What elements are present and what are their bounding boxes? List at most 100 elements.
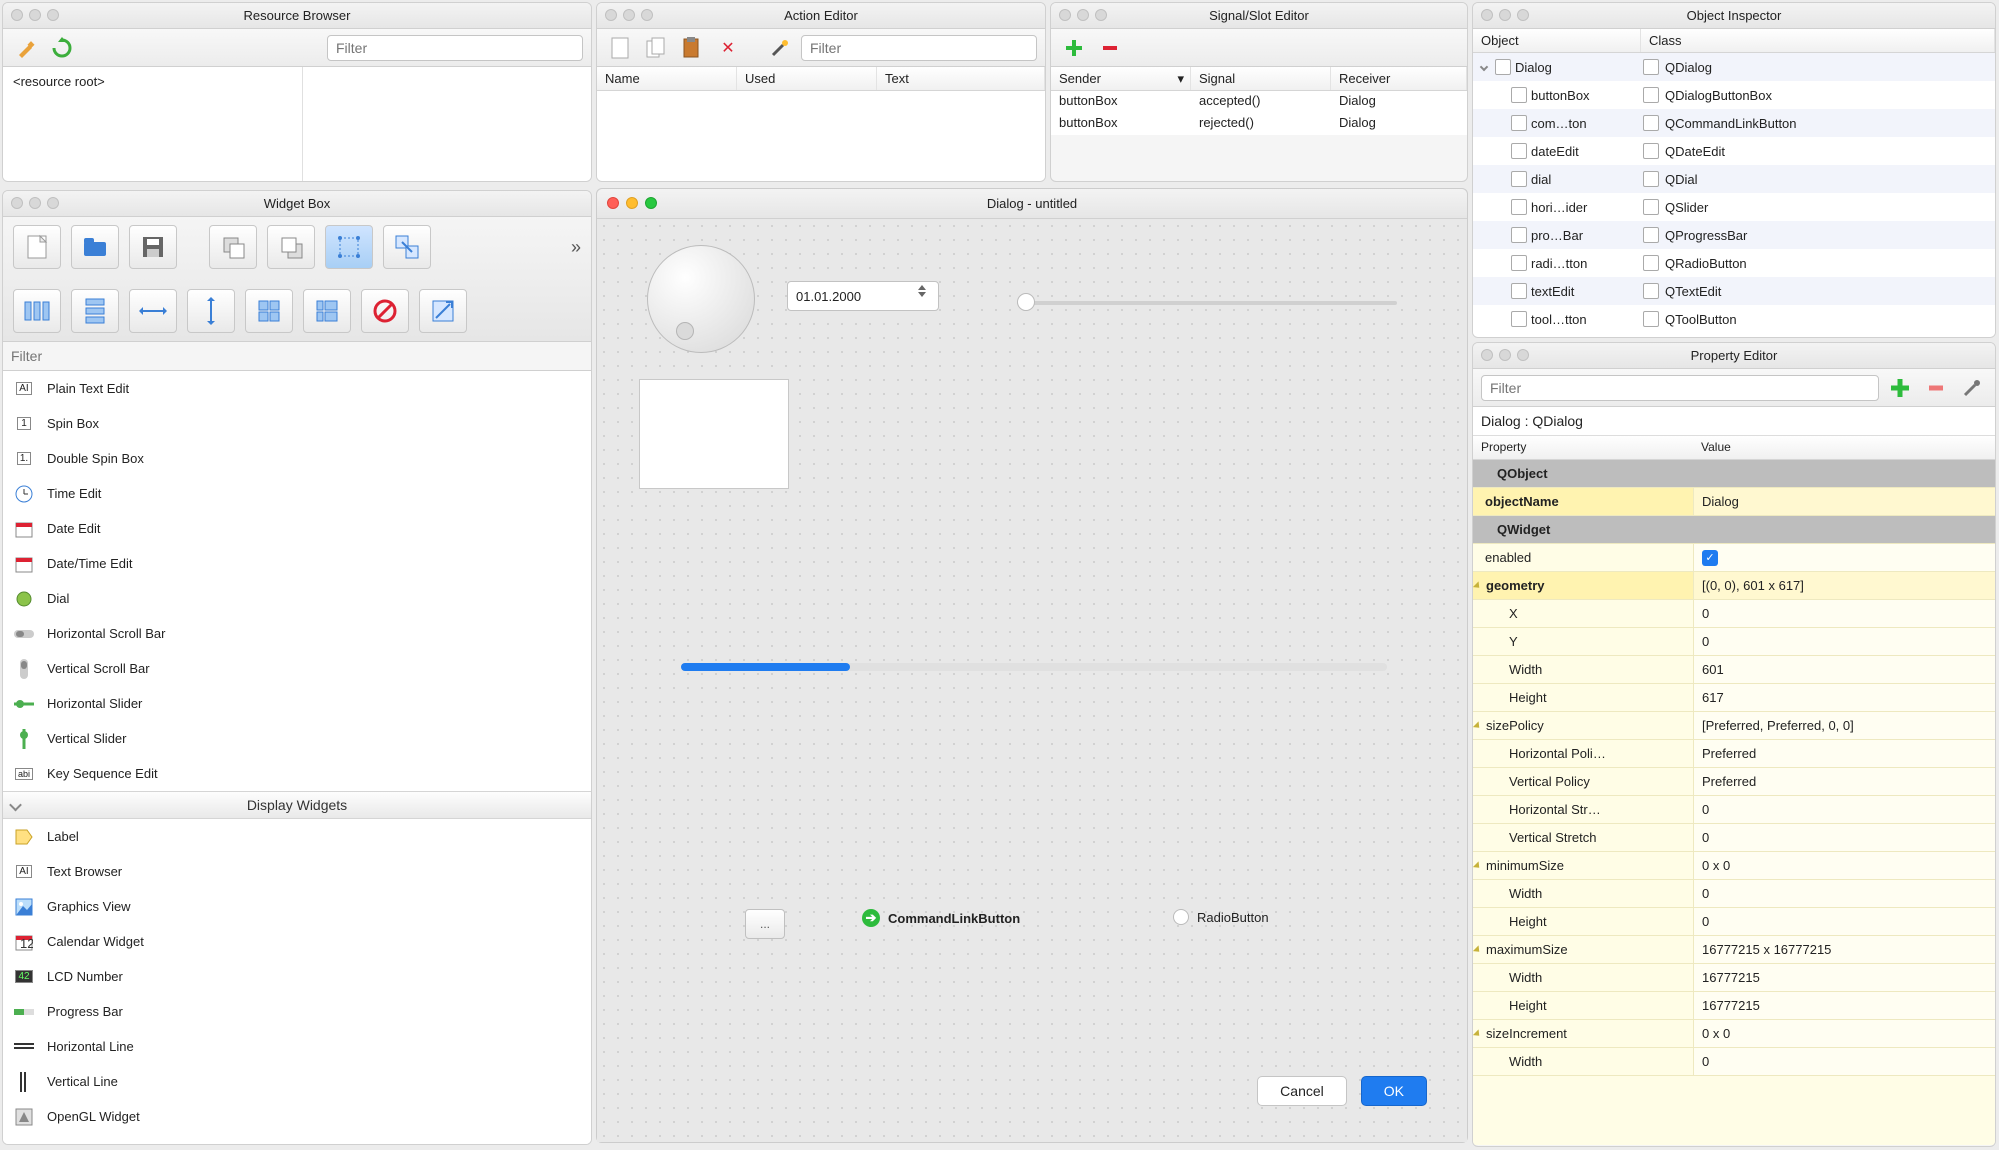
paste-action-icon[interactable] — [677, 33, 707, 63]
property-row[interactable]: objectNameDialog — [1473, 488, 1995, 516]
overflow-icon[interactable]: » — [571, 237, 581, 258]
min-dot[interactable] — [29, 197, 41, 209]
max-dot[interactable] — [641, 9, 653, 21]
edit-signals-icon[interactable] — [383, 225, 431, 269]
widget-item[interactable]: AIText Browser — [3, 854, 591, 889]
sort-icon[interactable]: ▾ — [1177, 71, 1184, 87]
close-dot[interactable] — [605, 9, 617, 21]
new-action-icon[interactable] — [605, 33, 635, 63]
send-back-icon[interactable] — [209, 225, 257, 269]
resource-tree[interactable]: <resource root> — [3, 67, 303, 181]
bring-front-icon[interactable] — [267, 225, 315, 269]
new-form-icon[interactable] — [13, 225, 61, 269]
widget-item[interactable]: 12Calendar Widget — [3, 924, 591, 959]
close-dot[interactable] — [1481, 349, 1493, 361]
connection-row[interactable]: buttonBoxaccepted()Dialog — [1051, 91, 1467, 113]
property-row[interactable]: Width0 — [1473, 1048, 1995, 1076]
property-row[interactable]: Width0 — [1473, 880, 1995, 908]
date-edit-widget[interactable]: 01.01.2000 — [787, 281, 939, 311]
adjust-size-icon[interactable] — [419, 289, 467, 333]
resource-browser-titlebar[interactable]: Resource Browser — [3, 3, 591, 29]
widget-item[interactable]: Date/Time Edit — [3, 546, 591, 581]
widget-item[interactable]: 42LCD Number — [3, 959, 591, 994]
remove-connection-icon[interactable] — [1095, 33, 1125, 63]
max-dot[interactable] — [645, 197, 657, 209]
max-dot[interactable] — [47, 197, 59, 209]
widget-item[interactable]: Horizontal Scroll Bar — [3, 616, 591, 651]
max-dot[interactable] — [1517, 349, 1529, 361]
slider-thumb[interactable] — [1017, 293, 1035, 311]
hlayout-icon[interactable] — [13, 289, 61, 333]
hsplit-icon[interactable] — [129, 289, 177, 333]
edit-widgets-icon[interactable] — [325, 225, 373, 269]
property-list[interactable]: QObjectobjectNameDialogQWidgetenabled✓ge… — [1473, 460, 1995, 1145]
widget-item[interactable]: 1Spin Box — [3, 406, 591, 441]
object-row[interactable]: pro…BarQProgressBar — [1473, 221, 1995, 249]
min-dot[interactable] — [29, 9, 41, 21]
checkbox-checked-icon[interactable]: ✓ — [1702, 550, 1718, 566]
property-row[interactable]: Vertical Stretch0 — [1473, 824, 1995, 852]
widget-item[interactable]: Date Edit — [3, 511, 591, 546]
widget-item[interactable]: Vertical Line — [3, 1064, 591, 1099]
horizontal-slider-widget[interactable] — [1017, 291, 1397, 315]
widget-item[interactable]: Horizontal Line — [3, 1029, 591, 1064]
min-dot[interactable] — [623, 9, 635, 21]
property-row[interactable]: Height0 — [1473, 908, 1995, 936]
property-row[interactable]: Width601 — [1473, 656, 1995, 684]
widget-item[interactable]: OpenGL Widget — [3, 1099, 591, 1134]
signal-editor-titlebar[interactable]: Signal/Slot Editor — [1051, 3, 1467, 29]
object-row[interactable]: dialQDial — [1473, 165, 1995, 193]
open-icon[interactable] — [71, 225, 119, 269]
resource-filter-input[interactable] — [327, 35, 583, 61]
action-filter-input[interactable] — [801, 35, 1037, 61]
widget-item[interactable]: Label — [3, 819, 591, 854]
command-link-button-widget[interactable]: ➔ CommandLinkButton — [862, 909, 1020, 927]
widget-item[interactable]: Dial — [3, 581, 591, 616]
object-row[interactable]: dateEditQDateEdit — [1473, 137, 1995, 165]
widget-item[interactable]: abiKey Sequence Edit — [3, 756, 591, 791]
close-dot[interactable] — [11, 9, 23, 21]
close-dot[interactable] — [11, 197, 23, 209]
object-tree[interactable]: DialogQDialogbuttonBoxQDialogButtonBoxco… — [1473, 53, 1995, 337]
max-dot[interactable] — [47, 9, 59, 21]
break-layout-icon[interactable] — [361, 289, 409, 333]
property-row[interactable]: enabled✓ — [1473, 544, 1995, 572]
property-row[interactable]: sizePolicy[Preferred, Preferred, 0, 0] — [1473, 712, 1995, 740]
max-dot[interactable] — [1517, 9, 1529, 21]
min-dot[interactable] — [1499, 349, 1511, 361]
widget-item[interactable]: Vertical Slider — [3, 721, 591, 756]
max-dot[interactable] — [1095, 9, 1107, 21]
add-connection-icon[interactable] — [1059, 33, 1089, 63]
widget-box-titlebar[interactable]: Widget Box — [3, 191, 591, 217]
min-dot[interactable] — [1499, 9, 1511, 21]
grid-icon[interactable] — [245, 289, 293, 333]
widget-filter-input[interactable] — [9, 344, 585, 368]
property-row[interactable]: sizeIncrement0 x 0 — [1473, 1020, 1995, 1048]
close-dot[interactable] — [607, 197, 619, 209]
widget-item[interactable]: Horizontal Slider — [3, 686, 591, 721]
dial-widget[interactable] — [647, 245, 755, 353]
object-row[interactable]: com…tonQCommandLinkButton — [1473, 109, 1995, 137]
configure-icon[interactable] — [765, 33, 795, 63]
form-titlebar[interactable]: Dialog - untitled — [597, 189, 1467, 219]
reload-icon[interactable] — [47, 33, 77, 63]
widget-item[interactable]: AIPlain Text Edit — [3, 371, 591, 406]
property-row[interactable]: Y0 — [1473, 628, 1995, 656]
text-edit-widget[interactable] — [639, 379, 789, 489]
close-dot[interactable] — [1481, 9, 1493, 21]
action-table[interactable] — [597, 91, 1045, 181]
ok-button[interactable]: OK — [1361, 1076, 1427, 1106]
action-editor-titlebar[interactable]: Action Editor — [597, 3, 1045, 29]
object-inspector-titlebar[interactable]: Object Inspector — [1473, 3, 1995, 29]
property-row[interactable]: Vertical PolicyPreferred — [1473, 768, 1995, 796]
vsplit-icon[interactable] — [187, 289, 235, 333]
property-row[interactable]: minimumSize0 x 0 — [1473, 852, 1995, 880]
signal-table[interactable]: buttonBoxaccepted()DialogbuttonBoxreject… — [1051, 91, 1467, 135]
property-editor-titlebar[interactable]: Property Editor — [1473, 343, 1995, 369]
remove-property-icon[interactable] — [1921, 373, 1951, 403]
section-display-widgets[interactable]: Display Widgets — [3, 791, 591, 819]
min-dot[interactable] — [626, 197, 638, 209]
widget-list[interactable]: AIPlain Text Edit1Spin Box1.Double Spin … — [3, 371, 591, 1145]
property-row[interactable]: maximumSize16777215 x 16777215 — [1473, 936, 1995, 964]
copy-action-icon[interactable] — [641, 33, 671, 63]
